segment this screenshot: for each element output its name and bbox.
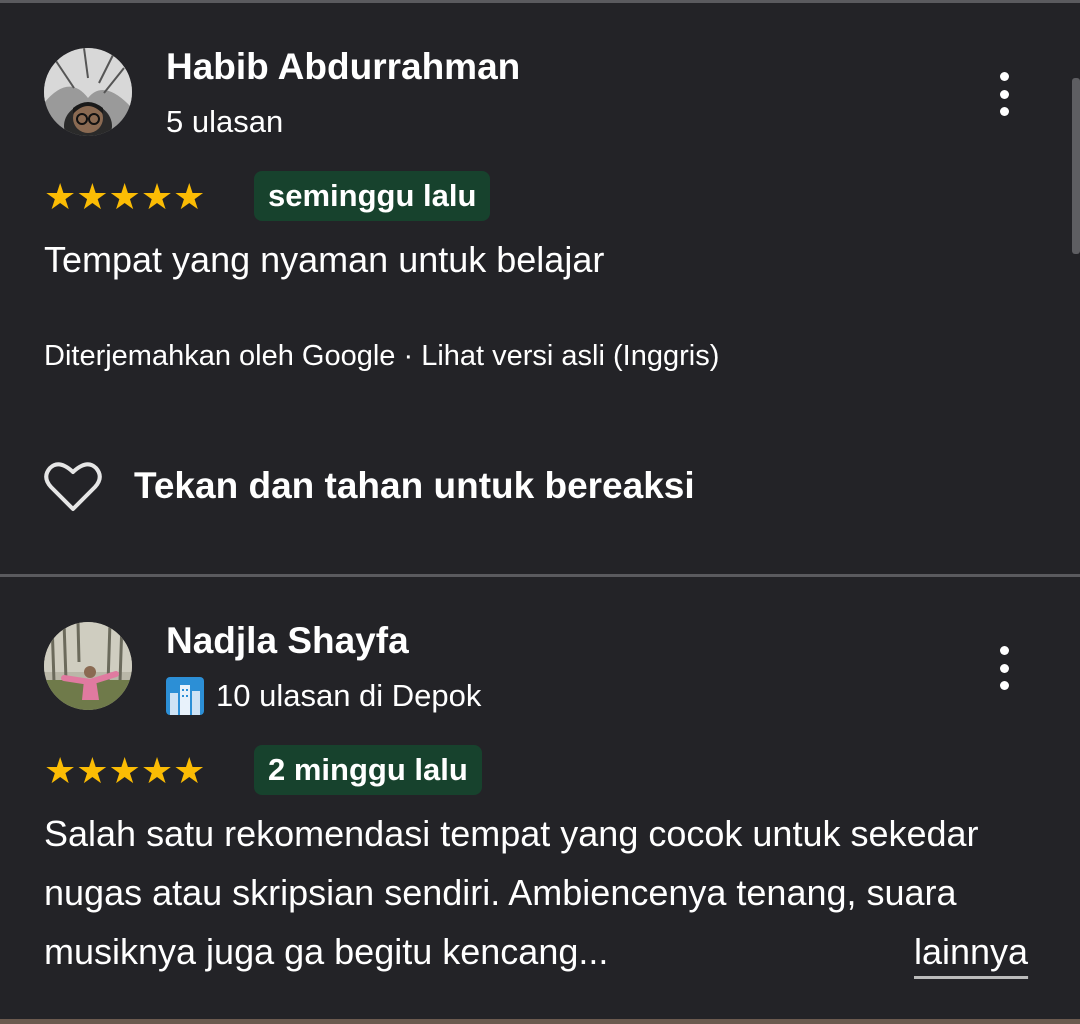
reviewer-meta: 10 ulasan di Depok [166, 676, 481, 716]
review-text: Salah satu rekomendasi tempat yang cocok… [44, 804, 1054, 981]
more-options-icon[interactable] [990, 72, 1018, 116]
reviewer-name[interactable]: Nadjla Shayfa [166, 619, 409, 663]
review-text-content: Salah satu rekomendasi tempat yang cocok… [44, 813, 979, 972]
star-rating: ★★★★★ [44, 752, 205, 792]
review-card: Habib Abdurrahman 5 ulasan ★★★★★ semingg… [0, 0, 1080, 574]
translation-note[interactable]: Diterjemahkan oleh Google · Lihat versi … [44, 336, 719, 376]
heart-icon [44, 462, 102, 511]
avatar[interactable] [44, 48, 132, 136]
star-rating: ★★★★★ [44, 178, 205, 218]
review-count: 10 ulasan di Depok [216, 678, 482, 713]
reviewer-name[interactable]: Habib Abdurrahman [166, 45, 520, 89]
stars-glyphs: ★★★★★ [44, 751, 206, 792]
stars-glyphs: ★★★★★ [44, 177, 206, 218]
review-date-badge: 2 minggu lalu [254, 745, 482, 795]
review-date-badge: seminggu lalu [254, 171, 491, 221]
review-card: Nadjla Shayfa 10 ulasan di Depok ★★★★★ 2… [0, 577, 1080, 1019]
reviewer-meta: 5 ulasan [166, 102, 283, 142]
more-options-icon[interactable] [990, 646, 1018, 690]
reaction-button[interactable]: Tekan dan tahan untuk bereaksi [44, 460, 695, 512]
reaction-label: Tekan dan tahan untuk bereaksi [134, 465, 695, 506]
review-text: Tempat yang nyaman untuk belajar [44, 239, 605, 280]
next-item-edge [0, 1019, 1080, 1024]
city-emoji-icon [166, 677, 204, 715]
read-more-link[interactable]: lainnya [914, 922, 1028, 981]
review-count: 5 ulasan [166, 104, 284, 139]
avatar[interactable] [44, 622, 132, 710]
